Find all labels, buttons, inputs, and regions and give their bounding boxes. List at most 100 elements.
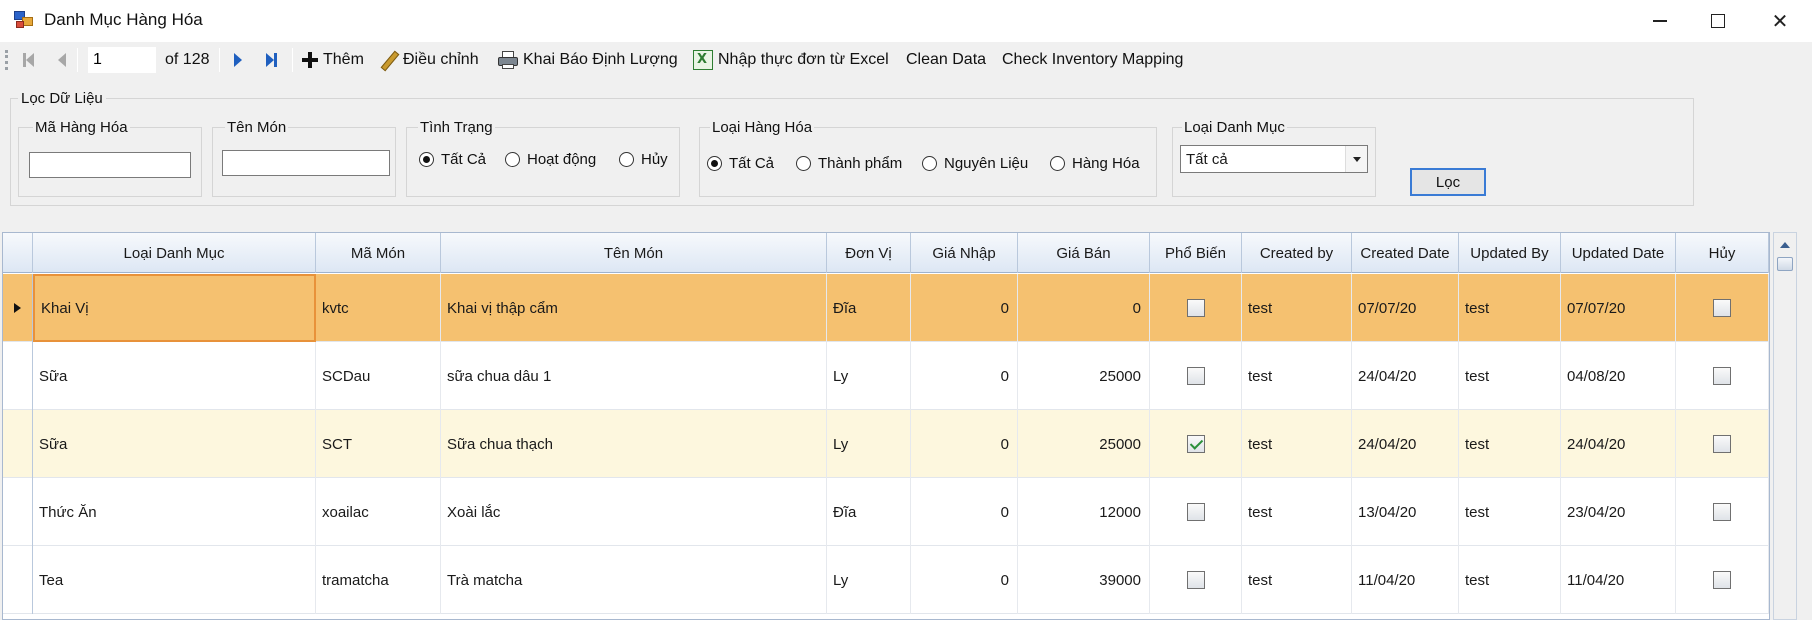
cell-created-date[interactable]: 11/04/20: [1352, 546, 1459, 614]
filter-button[interactable]: Lọc: [1410, 168, 1486, 196]
status-cancelled-radio[interactable]: Hủy: [619, 151, 668, 168]
cell-name[interactable]: sữa chua dâu 1: [441, 342, 827, 410]
cell-created-by[interactable]: test: [1242, 478, 1352, 546]
maximize-button[interactable]: [1690, 0, 1746, 42]
row-header[interactable]: [3, 274, 33, 342]
column-header-cancelled[interactable]: Hủy: [1676, 233, 1769, 273]
cell-code[interactable]: SCT: [316, 410, 441, 478]
cell-price[interactable]: 12000: [1018, 478, 1150, 546]
cell-cancelled[interactable]: [1676, 478, 1769, 546]
cell-unit[interactable]: Ly: [827, 410, 911, 478]
cell-name[interactable]: Sữa chua thạch: [441, 410, 827, 478]
cell-price[interactable]: 0: [1018, 274, 1150, 342]
cell-updated-date[interactable]: 24/04/20: [1561, 410, 1676, 478]
declare-quantity-button[interactable]: Khai Báo Định Lượng: [497, 42, 678, 78]
cell-updated-by[interactable]: test: [1459, 478, 1561, 546]
column-header-category[interactable]: Loại Danh Mục: [33, 233, 316, 273]
cell-cost[interactable]: 0: [911, 478, 1018, 546]
cell-code[interactable]: kvtc: [316, 274, 441, 342]
category-select[interactable]: Tất cả: [1180, 145, 1368, 173]
item-type-all-radio[interactable]: Tất Cả: [707, 155, 774, 172]
item-type-ingredient-radio[interactable]: Nguyên Liệu: [922, 155, 1028, 172]
cell-cancelled[interactable]: [1676, 410, 1769, 478]
cancelled-checkbox[interactable]: [1713, 367, 1731, 385]
column-header-code[interactable]: Mã Món: [316, 233, 441, 273]
scroll-thumb[interactable]: [1777, 257, 1793, 271]
cell-updated-date[interactable]: 04/08/20: [1561, 342, 1676, 410]
cell-popular[interactable]: [1150, 546, 1242, 614]
move-first-button[interactable]: [20, 42, 36, 78]
item-type-finished-radio[interactable]: Thành phẩm: [796, 155, 902, 172]
popular-checkbox[interactable]: [1186, 503, 1205, 521]
cell-updated-by[interactable]: test: [1459, 274, 1561, 342]
row-header[interactable]: [3, 478, 33, 546]
cancelled-checkbox[interactable]: [1713, 571, 1731, 589]
cell-price[interactable]: 25000: [1018, 410, 1150, 478]
row-header[interactable]: [3, 546, 33, 614]
cell-unit[interactable]: Đĩa: [827, 274, 911, 342]
column-header-name[interactable]: Tên Món: [441, 233, 827, 273]
row-header[interactable]: [3, 342, 33, 410]
move-last-button[interactable]: [263, 42, 279, 78]
status-active-radio[interactable]: Hoạt động: [505, 151, 596, 168]
column-header-created-date[interactable]: Created Date: [1352, 233, 1459, 273]
table-row[interactable]: Thức Ăn xoailac Xoài lắc Đĩa 0 12000 test 13/04…: [3, 478, 1769, 546]
edit-button[interactable]: Điều chỉnh: [380, 42, 479, 78]
cell-updated-by[interactable]: test: [1459, 410, 1561, 478]
cell-unit[interactable]: Đĩa: [827, 478, 911, 546]
table-row[interactable]: Sữa SCT Sữa chua thạch Ly 0 25000 test 24/04/20…: [3, 410, 1769, 478]
cell-created-by[interactable]: test: [1242, 546, 1352, 614]
popular-checkbox[interactable]: [1186, 299, 1205, 317]
cell-updated-date[interactable]: 07/07/20: [1561, 274, 1676, 342]
column-header-popular[interactable]: Phổ Biến: [1150, 233, 1242, 273]
row-header[interactable]: [3, 410, 33, 478]
cell-code[interactable]: xoailac: [316, 478, 441, 546]
cell-category[interactable]: Sữa: [33, 410, 316, 478]
status-all-radio[interactable]: Tất Cả: [419, 151, 486, 168]
toolbar-grip[interactable]: [5, 50, 8, 70]
cell-code[interactable]: SCDau: [316, 342, 441, 410]
column-header-cost[interactable]: Giá Nhập: [911, 233, 1018, 273]
cell-popular[interactable]: [1150, 342, 1242, 410]
position-input[interactable]: [88, 47, 156, 73]
popular-checkbox[interactable]: [1186, 435, 1205, 453]
cancelled-checkbox[interactable]: [1713, 299, 1731, 317]
table-row[interactable]: Sữa SCDau sữa chua dâu 1 Ly 0 25000 test 24/04/…: [3, 342, 1769, 410]
column-header-created-by[interactable]: Created by: [1242, 233, 1352, 273]
cell-updated-by[interactable]: test: [1459, 342, 1561, 410]
cell-category[interactable]: Khai Vị: [33, 274, 316, 342]
vertical-scrollbar[interactable]: [1773, 232, 1797, 620]
cell-created-date[interactable]: 24/04/20: [1352, 342, 1459, 410]
cell-created-date[interactable]: 07/07/20: [1352, 274, 1459, 342]
cell-created-date[interactable]: 24/04/20: [1352, 410, 1459, 478]
cell-cancelled[interactable]: [1676, 274, 1769, 342]
cell-price[interactable]: 39000: [1018, 546, 1150, 614]
cell-popular[interactable]: [1150, 274, 1242, 342]
cell-cancelled[interactable]: [1676, 546, 1769, 614]
cell-category[interactable]: Tea: [33, 546, 316, 614]
popular-checkbox[interactable]: [1186, 367, 1205, 385]
cell-created-by[interactable]: test: [1242, 342, 1352, 410]
cell-category[interactable]: Sữa: [33, 342, 316, 410]
column-header-unit[interactable]: Đơn Vị: [827, 233, 911, 273]
move-previous-button[interactable]: [54, 42, 70, 78]
cell-price[interactable]: 25000: [1018, 342, 1150, 410]
cell-updated-date[interactable]: 11/04/20: [1561, 546, 1676, 614]
cell-cost[interactable]: 0: [911, 410, 1018, 478]
add-button[interactable]: Thêm: [302, 42, 364, 78]
item-type-goods-radio[interactable]: Hàng Hóa: [1050, 155, 1140, 172]
cell-created-by[interactable]: test: [1242, 274, 1352, 342]
column-header-price[interactable]: Giá Bán: [1018, 233, 1150, 273]
cell-cancelled[interactable]: [1676, 342, 1769, 410]
cancelled-checkbox[interactable]: [1713, 503, 1731, 521]
move-next-button[interactable]: [230, 42, 246, 78]
cell-unit[interactable]: Ly: [827, 546, 911, 614]
column-header-updated-by[interactable]: Updated By: [1459, 233, 1561, 273]
cell-created-by[interactable]: test: [1242, 410, 1352, 478]
cell-category[interactable]: Thức Ăn: [33, 478, 316, 546]
scroll-up-icon[interactable]: [1775, 235, 1795, 255]
cell-code[interactable]: tramatcha: [316, 546, 441, 614]
chevron-down-icon[interactable]: [1345, 146, 1367, 172]
code-input[interactable]: [29, 152, 191, 178]
cell-cost[interactable]: 0: [911, 342, 1018, 410]
